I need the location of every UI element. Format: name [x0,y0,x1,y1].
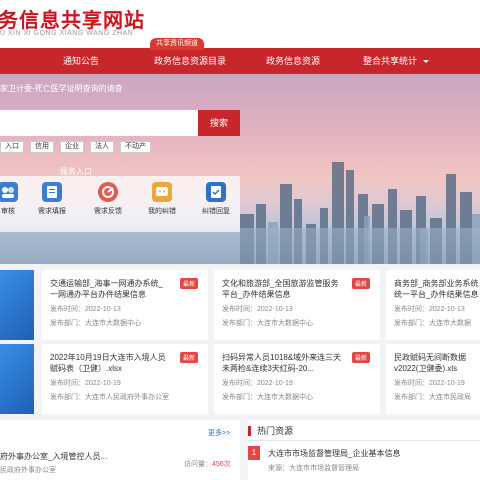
scrolling-notice[interactable]: 家卫计委-死亡医学证明查询的请查 [0,83,123,94]
hot-resources-heading: 热门资源 [248,426,293,436]
hero-banner: 家卫计委-死亡医学证明查询的请查 搜索 入口 信用 企业 法人 不动产 服务入口… [0,74,480,264]
service-my-correction-label: 我的纠错 [148,208,176,215]
latest-list-panel: 更多>> 府外事办公室_入境管控人员... 民政府外事办公室 访问量：456次 [0,420,240,480]
service-feedback-label: 需求反馈 [94,208,122,215]
resource-card-title[interactable]: 文化和旅游部_全国旅游监管服务平台_办件结果信息 [222,278,342,300]
service-demand-form-label: 需求填报 [38,208,66,215]
nav-item-notices[interactable]: 通知公告 [56,48,106,74]
tag-real-estate[interactable]: 不动产 [120,141,151,153]
service-demand-form[interactable]: 需求填报 [28,182,76,216]
nav-item-resources[interactable]: 政务信息资源 [258,48,328,74]
chevron-down-icon [423,60,429,64]
resource-card[interactable]: 扫码异常人员1018&域外来连三天未两检&连续3天红码-20... 最新 发布时… [214,344,380,414]
tag-legal-person[interactable]: 法人 [90,141,114,153]
search-button[interactable]: 搜索 [198,110,240,136]
resource-card-date: 发布时间：2022-10-19 [50,380,121,387]
new-badge: 最新 [352,278,371,289]
tag-enterprise[interactable]: 企业 [60,141,84,153]
resource-card-title[interactable]: 交通运输部_海事一网通办系统_一网通办平台办件结果信息 [50,278,170,300]
resource-row-2: 2022年10月19日大连市入境人员赋码表（卫健）.xlsx 最新 发布时间：2… [0,344,480,414]
resource-card-dept: 发布部门：大连市大数据 [394,320,471,327]
water-reflection [0,228,480,264]
resource-card-date: 发布时间：2022-10-19 [222,380,293,387]
resource-card-title[interactable]: 扫码异常人员1018&域外来连三天未两检&连续3天红码-20... [222,352,342,374]
channel-tab[interactable]: 共享资讯频道 [150,38,204,50]
site-subtitle: U XIN XI GONG XIANG WANG ZHAN [0,30,134,37]
category-thumbnail[interactable] [0,270,34,340]
search-input[interactable] [0,110,198,136]
resource-card-title[interactable]: 2022年10月19日大连市入境人员赋码表（卫健）.xlsx [50,352,170,374]
quick-tags: 入口 信用 企业 法人 不动产 [0,141,151,153]
tag-entry[interactable]: 入口 [0,141,24,153]
correction-reply-icon [206,182,226,202]
nav-item-statistics-label: 整合共享统计 [362,56,417,66]
resource-card-date: 发布时间：2022-10-13 [222,306,293,313]
category-thumbnail[interactable] [0,344,34,414]
resource-card[interactable]: 文化和旅游部_全国旅游监管服务平台_办件结果信息 最新 发布时间：2022-10… [214,270,380,340]
visit-count-label: 访问量： [184,461,212,468]
resource-card[interactable]: 2022年10月19日大连市入境人员赋码表（卫健）.xlsx 最新 发布时间：2… [42,344,208,414]
new-badge: 最新 [180,352,199,363]
hot-resources-panel: 热门资源 1 大连市市场监督管理局_企业基本信息 来源：大连市市场监督管理局 [248,420,480,480]
main-nav: 通知公告 政务信息资源目录 政务信息资源 整合共享统计 [0,48,480,74]
resource-card-dept: 发布部门：大连市大数据中心 [222,394,313,401]
resource-card-date: 发布时间：2022-10-19 [394,380,465,387]
rank-badge: 1 [248,446,260,460]
resource-card-dept: 发布部门：大连市民政局 [394,394,471,401]
tag-credit[interactable]: 信用 [30,141,54,153]
site-header: 务信息共享网站 U XIN XI GONG XIANG WANG ZHAN [0,0,480,48]
resource-card-dept: 发布部门：大连市人民政府外事办公室 [50,394,169,401]
resource-card[interactable]: 民政赋码无间断数据v2022(卫健委).xls 发布时间：2022-10-19 … [386,344,480,414]
resource-card-dept: 发布部门：大连市大数据中心 [50,320,141,327]
resource-card-date: 发布时间：2022-10-13 [50,306,121,313]
list-item-dept: 民政府外事办公室 [0,467,56,474]
hot-resource-title[interactable]: 大连市市场监督管理局_企业基本信息 [268,448,400,459]
site-title[interactable]: 务信息共享网站 [0,4,145,33]
nav-item-statistics[interactable]: 整合共享统计 [356,48,436,74]
my-correction-icon [152,182,172,202]
resource-card-title[interactable]: 商务部_商务部业务系统统一平台_办件结果信息 [394,278,480,300]
nav-item-catalog[interactable]: 政务信息资源目录 [145,48,235,74]
hot-resource-source: 来源：大连市市场监督管理局 [268,465,359,472]
service-my-correction[interactable]: 我的纠错 [138,182,186,216]
feedback-icon [98,182,118,202]
review-icon [0,182,18,202]
demand-form-icon [42,182,62,202]
new-badge: 最新 [180,278,199,289]
resource-row-1: 交通运输部_海事一网通办系统_一网通办平台办件结果信息 最新 发布时间：2022… [0,270,480,340]
service-correction-reply-label: 纠错回复 [202,208,230,215]
visit-count-value: 456次 [212,461,231,468]
resource-card[interactable]: 商务部_商务部业务系统统一平台_办件结果信息 发布时间：2022-10-13 发… [386,270,480,340]
visit-count: 访问量：456次 [184,459,231,469]
resource-card-dept: 发布部门：大连市大数据中心 [222,320,313,327]
resource-card-date: 发布时间：2022-10-13 [394,306,465,313]
new-badge: 最新 [352,352,371,363]
resource-card-title[interactable]: 民政赋码无间断数据v2022(卫健委).xls [394,352,480,374]
service-feedback[interactable]: 需求反馈 [84,182,132,216]
list-item-title[interactable]: 府外事办公室_入境管控人员... [0,451,107,462]
resource-card[interactable]: 交通运输部_海事一网通办系统_一网通办平台办件结果信息 最新 发布时间：2022… [42,270,208,340]
divider [248,440,480,441]
more-link[interactable]: 更多>> [208,428,230,438]
service-correction-reply[interactable]: 纠错回复 [192,182,240,216]
